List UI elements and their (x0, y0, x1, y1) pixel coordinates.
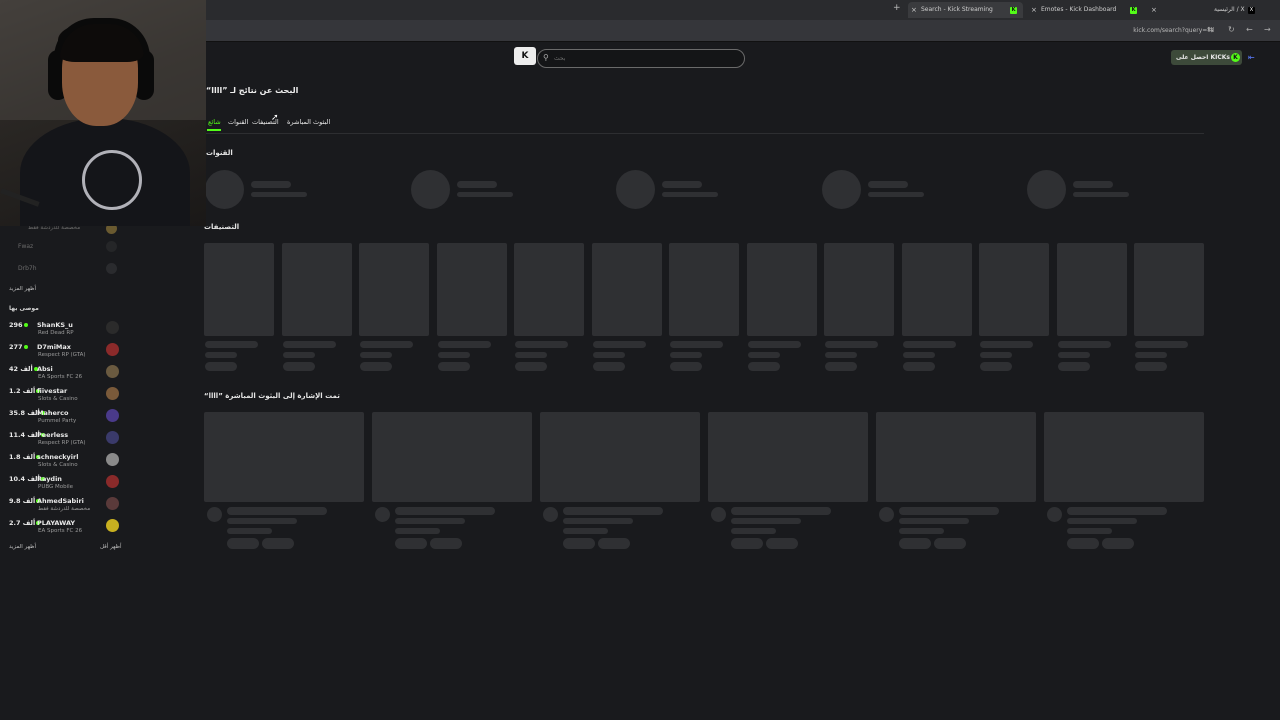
section-tagged-title: “llll” تمت الإشارة إلى البثوث المباشرة (204, 392, 340, 400)
channel-name: PLAYAWAY (37, 519, 76, 527)
page-title: “llll” البحث عن نتائج لـ (206, 86, 299, 95)
recommended-heading: موصى بها (9, 305, 39, 312)
channel-category: PUBG Mobile (38, 484, 74, 490)
sidebar-followed-item[interactable]: Drb7h (18, 265, 37, 272)
kick-favicon-icon: K (1130, 7, 1137, 14)
recommended-channel[interactable]: 35.8 ألف Maherco Pummel Party (0, 408, 125, 430)
search-placeholder: بحث (554, 55, 566, 62)
new-tab-icon[interactable]: + (893, 3, 901, 13)
channel-category: EA Sports FC 26 (38, 528, 83, 534)
channel-category: Respect RP (GTA) (38, 352, 86, 358)
translate-icon[interactable]: ⇆ (1207, 25, 1214, 34)
avatar (106, 409, 119, 422)
tab-channels[interactable]: القنوات (228, 118, 248, 126)
tab-x-home[interactable]: × الرئيسية / X X (1148, 2, 1258, 18)
avatar (106, 263, 117, 274)
channel-category: Respect RP (GTA) (38, 440, 86, 446)
channel-category: مخصصة للدردشة فقط (38, 506, 91, 512)
show-more-link[interactable]: أظهر المزيد (9, 544, 36, 550)
live-dot-icon (23, 323, 28, 327)
channel-category: Red Dead RP (38, 330, 74, 336)
show-more-link[interactable]: أظهر المزيد (9, 286, 36, 292)
section-categories-title: التصنيفات (204, 223, 240, 231)
screen: + × Search - Kick Streaming K × Emotes -… (0, 0, 1280, 720)
channel-name: Absi (37, 365, 53, 373)
kick-logo[interactable]: K (514, 47, 536, 65)
search-icon: ⚲ (543, 53, 549, 62)
recommended-channel[interactable]: 11.4 ألف Peerless Respect RP (GTA) (0, 430, 125, 452)
avatar (106, 453, 119, 466)
recommended-channel[interactable]: 42 ألف Absi EA Sports FC 26 (0, 364, 125, 386)
kick-favicon-icon: K (1010, 7, 1017, 14)
avatar (106, 387, 119, 400)
recommended-channel[interactable]: 296 ShanKS_u Red Dead RP (0, 320, 125, 342)
tab-title: Emotes - Kick Dashboard (1041, 6, 1117, 13)
forward-icon[interactable]: → (1264, 25, 1271, 34)
viewer-count: 42 ألف (9, 365, 39, 373)
avatar (106, 497, 119, 510)
search-input[interactable]: ⚲ بحث (537, 49, 745, 68)
recommended-channel[interactable]: 1.2 ألف fiivestar Slots & Casino (0, 386, 125, 408)
recommended-channel[interactable]: 9.8 ألف AhmedSabiri مخصصة للدردشة فقط (0, 496, 125, 518)
viewer-count: 296 (9, 321, 29, 329)
recommended-channel[interactable]: 1.8 ألف schneckyirl Slots & Casino (0, 452, 125, 474)
tab-title: Search - Kick Streaming (921, 6, 993, 13)
section-channels-title: القنوات (206, 149, 233, 157)
channel-category: Slots & Casino (38, 396, 78, 402)
avatar (106, 241, 117, 252)
divider (206, 133, 1204, 134)
channel-name: schneckyirl (37, 453, 79, 461)
get-kicks-button[interactable]: احصل على KICKs K (1171, 50, 1242, 65)
channel-category: EA Sports FC 26 (38, 374, 83, 380)
recommended-channel[interactable]: 10.4 ألف Raydin PUBG Mobile (0, 474, 125, 496)
close-icon[interactable]: × (1151, 2, 1157, 18)
channel-name: D7miMax (37, 343, 71, 351)
channel-category: Pummel Party (38, 418, 77, 424)
avatar (106, 343, 119, 356)
close-icon[interactable]: × (911, 2, 917, 18)
avatar (106, 519, 119, 532)
tab-live[interactable]: البثوث المباشرة (287, 118, 330, 126)
tab-search-kick[interactable]: × Search - Kick Streaming K (908, 2, 1023, 18)
reload-icon[interactable]: ↻ (1228, 25, 1235, 34)
channel-name: Peerless (37, 431, 69, 439)
shirt-logo-icon (82, 150, 142, 210)
avatar (106, 431, 119, 444)
x-favicon-icon: X (1248, 7, 1255, 14)
sidebar-followed-item[interactable]: Fwaz (18, 243, 33, 250)
avatar (106, 321, 119, 334)
sidebar-collapse-icon[interactable]: ⇤ (1248, 53, 1255, 62)
mouse-cursor-icon: ➚ (271, 113, 279, 123)
show-less-link[interactable]: أظهر أقل (100, 544, 122, 550)
tab-title: الرئيسية / X (1214, 6, 1245, 13)
webcam-overlay (0, 0, 206, 226)
channel-name: AhmedSabiri (37, 497, 84, 505)
channel-name: ShanKS_u (37, 321, 73, 329)
recommended-channel[interactable]: 277 D7miMax Respect RP (GTA) (0, 342, 125, 364)
channel-name: fiivestar (37, 387, 68, 395)
channel-category: Slots & Casino (38, 462, 78, 468)
recommended-channel[interactable]: 2.7 ألف PLAYAWAY EA Sports FC 26 (0, 518, 125, 540)
close-icon[interactable]: × (1031, 2, 1037, 18)
channel-name: Maherco (37, 409, 69, 417)
active-tab-indicator (207, 129, 221, 131)
live-dot-icon (23, 345, 28, 349)
get-kicks-label: احصل على KICKs (1176, 54, 1230, 61)
url-field[interactable]: kick.com/search?query=llll (1133, 27, 1214, 34)
tab-all[interactable]: شائع (208, 118, 221, 126)
back-icon[interactable]: ← (1246, 25, 1253, 34)
channel-name: Raydin (37, 475, 62, 483)
kicks-coin-icon: K (1230, 53, 1240, 62)
avatar (106, 365, 119, 378)
viewer-count: 277 (9, 343, 29, 351)
tab-emotes-dashboard[interactable]: × Emotes - Kick Dashboard K (1028, 2, 1143, 18)
avatar (106, 475, 119, 488)
